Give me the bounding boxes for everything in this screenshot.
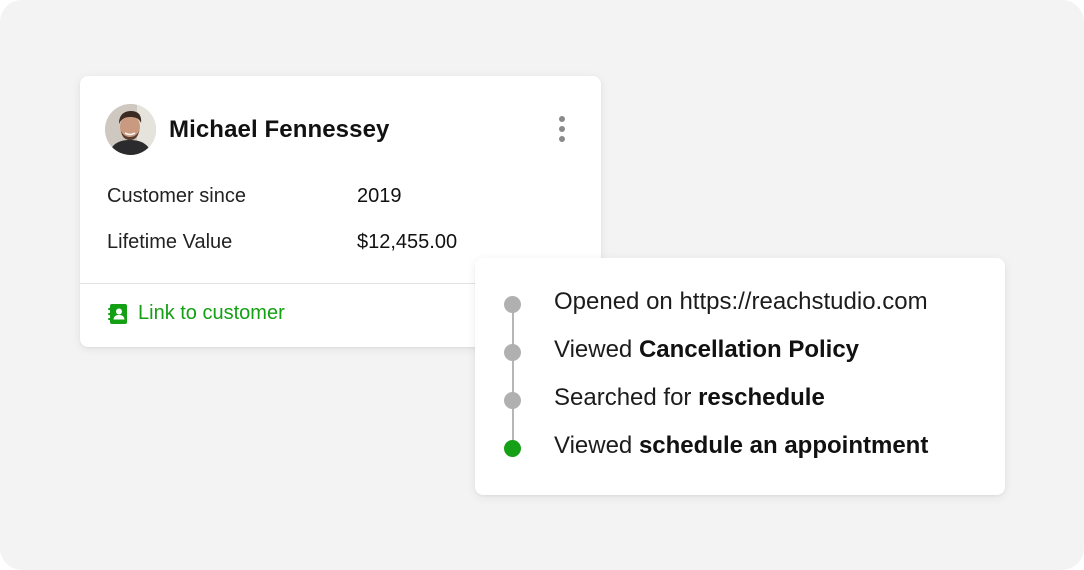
contact-book-icon <box>108 303 127 324</box>
timeline-text: Viewed Cancellation Policy <box>554 336 860 363</box>
field-label: Customer since <box>107 185 246 207</box>
timeline-dot-active <box>504 440 521 457</box>
timeline-connector <box>512 305 514 447</box>
canvas-background: Michael Fennessey Customer since 2019 Li… <box>0 0 1084 570</box>
timeline-text: Searched for reschedule <box>554 384 825 411</box>
customer-header: Michael Fennessey <box>105 104 389 155</box>
timeline-text: Viewed schedule an appointment <box>554 432 929 459</box>
timeline-item: Viewed Cancellation Policy <box>475 336 1005 366</box>
customer-name: Michael Fennessey <box>169 115 390 143</box>
link-label: Link to customer <box>138 302 285 324</box>
timeline-dot <box>504 392 521 409</box>
timeline-item: Searched for reschedule <box>475 384 1005 414</box>
field-label: Lifetime Value <box>107 231 233 253</box>
more-vertical-icon[interactable] <box>552 116 572 146</box>
activity-timeline-card: Opened on https://reachstudio.com Viewed… <box>475 258 1005 495</box>
timeline-dot <box>504 296 521 313</box>
field-value: 2019 <box>357 185 402 207</box>
timeline-dot <box>504 344 521 361</box>
timeline-item: Opened on https://reachstudio.com <box>475 288 1005 318</box>
link-to-customer-button[interactable]: Link to customer <box>107 302 285 325</box>
field-value: $12,455.00 <box>357 231 458 253</box>
kebab-dot <box>559 126 565 132</box>
kebab-dot <box>559 116 565 122</box>
timeline-text: Opened on https://reachstudio.com <box>554 288 928 315</box>
timeline-item-current: Viewed schedule an appointment <box>475 432 1005 462</box>
avatar <box>105 104 156 155</box>
kebab-dot <box>559 136 565 142</box>
